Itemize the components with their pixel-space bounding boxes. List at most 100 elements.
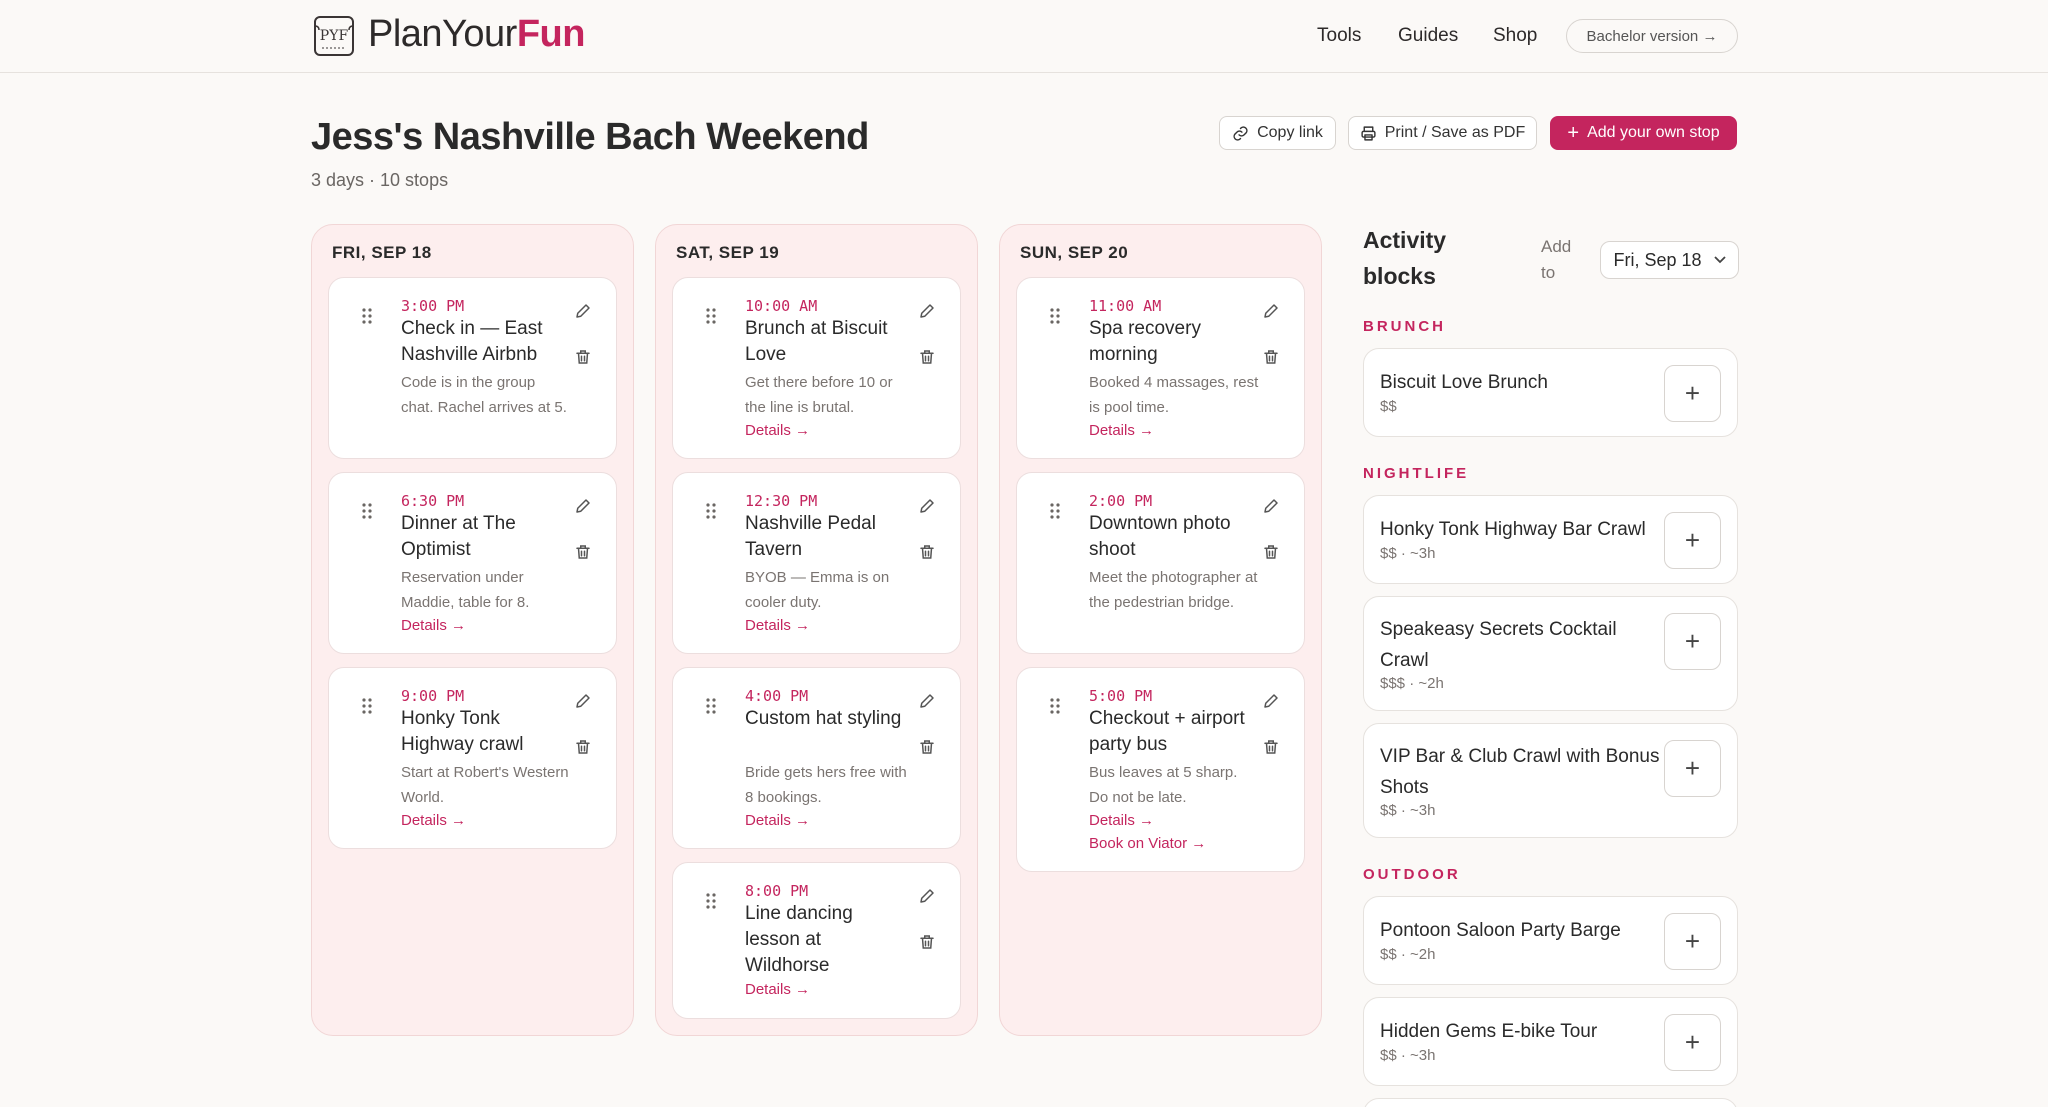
stop-note: Meet the photographer at the pedestrian … xyxy=(1089,569,1258,611)
stop-time: 4:00 PM xyxy=(745,687,809,705)
brand-name-part2: Fun xyxy=(516,13,586,55)
activity-card[interactable]: Hidden Gems E-bike Tour $$ · ~3h + xyxy=(1363,997,1738,1086)
plus-icon: + xyxy=(1684,626,1701,656)
nav-shop-link[interactable]: Shop xyxy=(1493,24,1537,48)
stop-card[interactable]: 11:00 AM Spa recovery morning Booked 4 m… xyxy=(1016,277,1305,459)
details-link[interactable]: Details → xyxy=(745,420,810,442)
day-column-sat: SAT, SEP 19 10:00 AM Brunch at Biscuit L… xyxy=(655,224,978,1036)
bachelor-version-button[interactable]: Bachelor version → xyxy=(1566,19,1738,53)
stop-card[interactable]: 2:00 PM Downtown photo shoot Meet the ph… xyxy=(1016,472,1305,654)
details-link[interactable]: Details → xyxy=(1089,810,1154,832)
edit-pencil-icon[interactable] xyxy=(1262,692,1280,710)
link-icon xyxy=(1233,125,1248,141)
page-title: Jess's Nashville Bach Weekend xyxy=(311,116,869,158)
edit-pencil-icon[interactable] xyxy=(918,497,936,515)
delete-trash-icon[interactable] xyxy=(918,543,936,561)
category-label-nightlife: NIGHTLIFE xyxy=(1363,465,1470,482)
add-own-stop-button[interactable]: + Add your own stop xyxy=(1550,116,1737,150)
brand-logo[interactable]: PlanYourFun xyxy=(368,12,585,56)
add-activity-button[interactable]: + xyxy=(1664,512,1721,569)
drag-handle-icon[interactable] xyxy=(705,308,717,324)
day-label: FRI, SEP 18 xyxy=(332,243,432,262)
activity-name: Hidden Gems E-bike Tour xyxy=(1380,1021,1598,1042)
stop-card[interactable]: 3:00 PM Check in — East Nashville Airbnb… xyxy=(328,277,617,459)
activity-name: Pontoon Saloon Party Barge xyxy=(1380,920,1621,941)
stop-time: 5:00 PM xyxy=(1089,687,1153,705)
stop-card[interactable]: 5:00 PM Checkout + airport party bus Bus… xyxy=(1016,667,1305,872)
add-activity-button[interactable]: + xyxy=(1664,913,1721,970)
edit-pencil-icon[interactable] xyxy=(574,302,592,320)
details-link[interactable]: Details → xyxy=(1089,420,1154,442)
drag-handle-icon[interactable] xyxy=(361,698,373,714)
add-activity-button[interactable]: + xyxy=(1664,613,1721,670)
logo-icon[interactable]: PYF xyxy=(312,14,356,58)
nav-tools-link[interactable]: Tools xyxy=(1317,24,1361,48)
book-on-viator-link[interactable]: Book on Viator → xyxy=(1089,833,1206,855)
add-activity-button[interactable]: + xyxy=(1664,740,1721,797)
edit-pencil-icon[interactable] xyxy=(1262,302,1280,320)
stop-card[interactable]: 8:00 PM Line dancing lesson at Wildhorse… xyxy=(672,862,961,1019)
delete-trash-icon[interactable] xyxy=(918,933,936,951)
delete-trash-icon[interactable] xyxy=(1262,738,1280,756)
edit-pencil-icon[interactable] xyxy=(918,692,936,710)
delete-trash-icon[interactable] xyxy=(574,543,592,561)
activity-card[interactable]: Honky Tonk Highway Bar Crawl $$ · ~3h + xyxy=(1363,495,1738,584)
activity-card[interactable]: Biscuit Love Brunch $$ + xyxy=(1363,348,1738,437)
drag-handle-icon[interactable] xyxy=(361,308,373,324)
details-link[interactable]: Details → xyxy=(401,615,466,637)
category-label-outdoor: OUTDOOR xyxy=(1363,866,1461,883)
delete-trash-icon[interactable] xyxy=(918,738,936,756)
add-activity-button[interactable]: + xyxy=(1664,1014,1721,1071)
activity-card[interactable] xyxy=(1363,1098,1738,1107)
activity-card[interactable]: Speakeasy Secrets Cocktail Crawl $$$ · ~… xyxy=(1363,596,1738,711)
delete-trash-icon[interactable] xyxy=(574,348,592,366)
stop-card[interactable]: 10:00 AM Brunch at Biscuit Love Get ther… xyxy=(672,277,961,459)
edit-pencil-icon[interactable] xyxy=(574,692,592,710)
stop-title: Dinner at The Optimist xyxy=(401,513,516,560)
delete-trash-icon[interactable] xyxy=(574,738,592,756)
delete-trash-icon[interactable] xyxy=(918,348,936,366)
details-link[interactable]: Details → xyxy=(745,615,810,637)
drag-handle-icon[interactable] xyxy=(1049,308,1061,324)
stop-card[interactable]: 9:00 PM Honky Tonk Highway crawl Start a… xyxy=(328,667,617,849)
delete-trash-icon[interactable] xyxy=(1262,348,1280,366)
logo-mark-text: PYF xyxy=(320,28,349,44)
stop-card[interactable]: 6:30 PM Dinner at The Optimist Reservati… xyxy=(328,472,617,654)
edit-pencil-icon[interactable] xyxy=(918,302,936,320)
details-link[interactable]: Details → xyxy=(745,810,810,832)
stop-time: 10:00 AM xyxy=(745,297,818,315)
drag-handle-icon[interactable] xyxy=(1049,698,1061,714)
edit-pencil-icon[interactable] xyxy=(918,887,936,905)
brand-name-part1: PlanYour xyxy=(368,13,517,55)
stop-note: Get there before 10 or the line is bruta… xyxy=(745,374,893,416)
details-link[interactable]: Details → xyxy=(745,979,810,1001)
copy-link-button[interactable]: Copy link xyxy=(1219,116,1336,150)
stop-time: 12:30 PM xyxy=(745,492,818,510)
drag-handle-icon[interactable] xyxy=(705,893,717,909)
delete-trash-icon[interactable] xyxy=(1262,543,1280,561)
activity-meta: $$ · ~3h xyxy=(1380,545,1436,562)
activity-meta: $$ · ~2h xyxy=(1380,946,1436,963)
stop-card[interactable]: 4:00 PM Custom hat styling Bride gets he… xyxy=(672,667,961,849)
add-activity-button[interactable]: + xyxy=(1664,365,1721,422)
edit-pencil-icon[interactable] xyxy=(1262,497,1280,515)
stop-card[interactable]: 12:30 PM Nashville Pedal Tavern BYOB — E… xyxy=(672,472,961,654)
activity-card[interactable]: Pontoon Saloon Party Barge $$ · ~2h + xyxy=(1363,896,1738,985)
activity-card[interactable]: VIP Bar & Club Crawl with Bonus Shots $$… xyxy=(1363,723,1738,838)
edit-pencil-icon[interactable] xyxy=(574,497,592,515)
chevron-down-icon xyxy=(1713,256,1726,264)
activity-meta: $$ · ~3h xyxy=(1380,1047,1436,1064)
activity-meta: $$ xyxy=(1380,398,1397,415)
drag-handle-icon[interactable] xyxy=(361,503,373,519)
day-column-sun: SUN, SEP 20 11:00 AM Spa recovery mornin… xyxy=(999,224,1322,1036)
drag-handle-icon[interactable] xyxy=(705,503,717,519)
details-link[interactable]: Details → xyxy=(401,810,466,832)
stop-title: Custom hat styling xyxy=(745,708,902,729)
print-pdf-button[interactable]: Print / Save as PDF xyxy=(1348,116,1537,150)
drag-handle-icon[interactable] xyxy=(1049,503,1061,519)
drag-handle-icon[interactable] xyxy=(705,698,717,714)
nav-guides-link[interactable]: Guides xyxy=(1398,24,1458,48)
target-day-select[interactable]: Fri, Sep 18 xyxy=(1600,241,1739,279)
stop-title: Downtown photo shoot xyxy=(1089,513,1231,560)
print-pdf-label: Print / Save as PDF xyxy=(1384,124,1526,141)
